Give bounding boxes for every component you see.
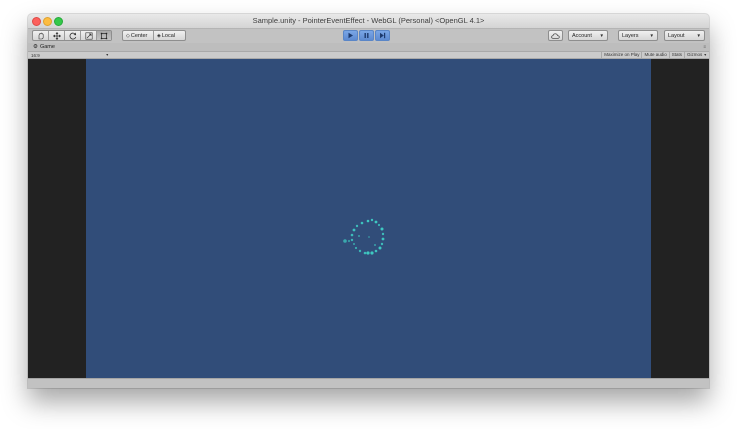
- layout-label: Layout: [668, 32, 685, 39]
- layers-dropdown[interactable]: Layers ▼: [618, 30, 658, 41]
- game-view-options: Maximize on Play Mute audio Stats Gizmos…: [601, 52, 709, 58]
- game-view: [28, 59, 709, 378]
- tab-bar: ⚙ Game ≡: [28, 43, 709, 51]
- gizmos-label: Gizmos: [687, 52, 703, 57]
- layers-label: Layers: [622, 32, 639, 39]
- game-view-toolbar: 16:9 ▼ Maximize on Play Mute audio Stats…: [28, 51, 709, 59]
- chevron-down-icon: ▼: [703, 53, 707, 57]
- chevron-down-icon: ▼: [696, 33, 701, 38]
- chevron-down-icon: ▼: [105, 53, 109, 57]
- main-toolbar: ◇ Center ◈ Local Account ▼ Layers ▼ Layo…: [28, 29, 709, 42]
- cloud-button[interactable]: [548, 30, 563, 41]
- scale-tool-button[interactable]: [81, 31, 97, 40]
- pivot-center-icon: ◇: [126, 32, 130, 39]
- pivot-center-button[interactable]: ◇ Center: [123, 31, 155, 40]
- chevron-down-icon: ▼: [599, 33, 604, 38]
- pivot-local-icon: ◈: [157, 32, 161, 39]
- tab-game-label: Game: [39, 44, 55, 50]
- particle-ring: [343, 218, 385, 255]
- chevron-down-icon: ▼: [649, 33, 654, 38]
- account-label: Account: [572, 32, 592, 39]
- pause-icon: [364, 33, 369, 38]
- rotate-icon: [69, 32, 76, 39]
- pivot-local-button[interactable]: ◈ Local: [154, 31, 185, 40]
- maximize-on-play-toggle[interactable]: Maximize on Play: [601, 52, 641, 58]
- account-dropdown[interactable]: Account ▼: [568, 30, 608, 41]
- move-icon: [52, 31, 61, 40]
- pivot-local-label: Local: [161, 32, 176, 39]
- step-icon: [380, 32, 386, 39]
- game-controller-icon: ⚙: [33, 44, 38, 50]
- scale-icon: [85, 32, 93, 40]
- hand-tool-button[interactable]: [33, 31, 49, 40]
- move-tool-button[interactable]: [49, 31, 65, 40]
- tab-options-menu[interactable]: ≡: [703, 43, 706, 51]
- gizmos-dropdown[interactable]: Gizmos ▼: [684, 52, 709, 58]
- aspect-ratio-label: 16:9: [31, 52, 40, 58]
- game-canvas[interactable]: [86, 59, 651, 378]
- status-bar: [28, 378, 709, 388]
- step-button[interactable]: [375, 30, 390, 41]
- stats-toggle[interactable]: Stats: [668, 52, 684, 58]
- tab-game[interactable]: ⚙ Game: [30, 43, 58, 51]
- window-title: Sample.unity - PointerEventEffect - WebG…: [252, 16, 485, 25]
- unity-editor-window: Sample.unity - PointerEventEffect - WebG…: [28, 14, 709, 388]
- transform-tools: [32, 30, 112, 41]
- playback-controls: [343, 30, 390, 41]
- title-bar: Sample.unity - PointerEventEffect - WebG…: [28, 14, 709, 29]
- rotate-tool-button[interactable]: [65, 31, 81, 40]
- cloud-icon: [551, 32, 560, 39]
- rect-tool-button[interactable]: [97, 31, 111, 40]
- aspect-ratio-dropdown[interactable]: 16:9 ▼: [31, 52, 109, 58]
- particle-effect: [343, 218, 385, 255]
- pivot-center-label: Center: [130, 32, 148, 39]
- mute-audio-toggle[interactable]: Mute audio: [641, 52, 668, 58]
- hand-icon: [38, 32, 43, 39]
- pivot-toggle-group: ◇ Center ◈ Local: [122, 30, 186, 41]
- play-icon: [348, 32, 353, 39]
- pause-button[interactable]: [359, 30, 374, 41]
- layout-dropdown[interactable]: Layout ▼: [664, 30, 705, 41]
- play-button[interactable]: [343, 30, 358, 41]
- rect-icon: [100, 32, 108, 39]
